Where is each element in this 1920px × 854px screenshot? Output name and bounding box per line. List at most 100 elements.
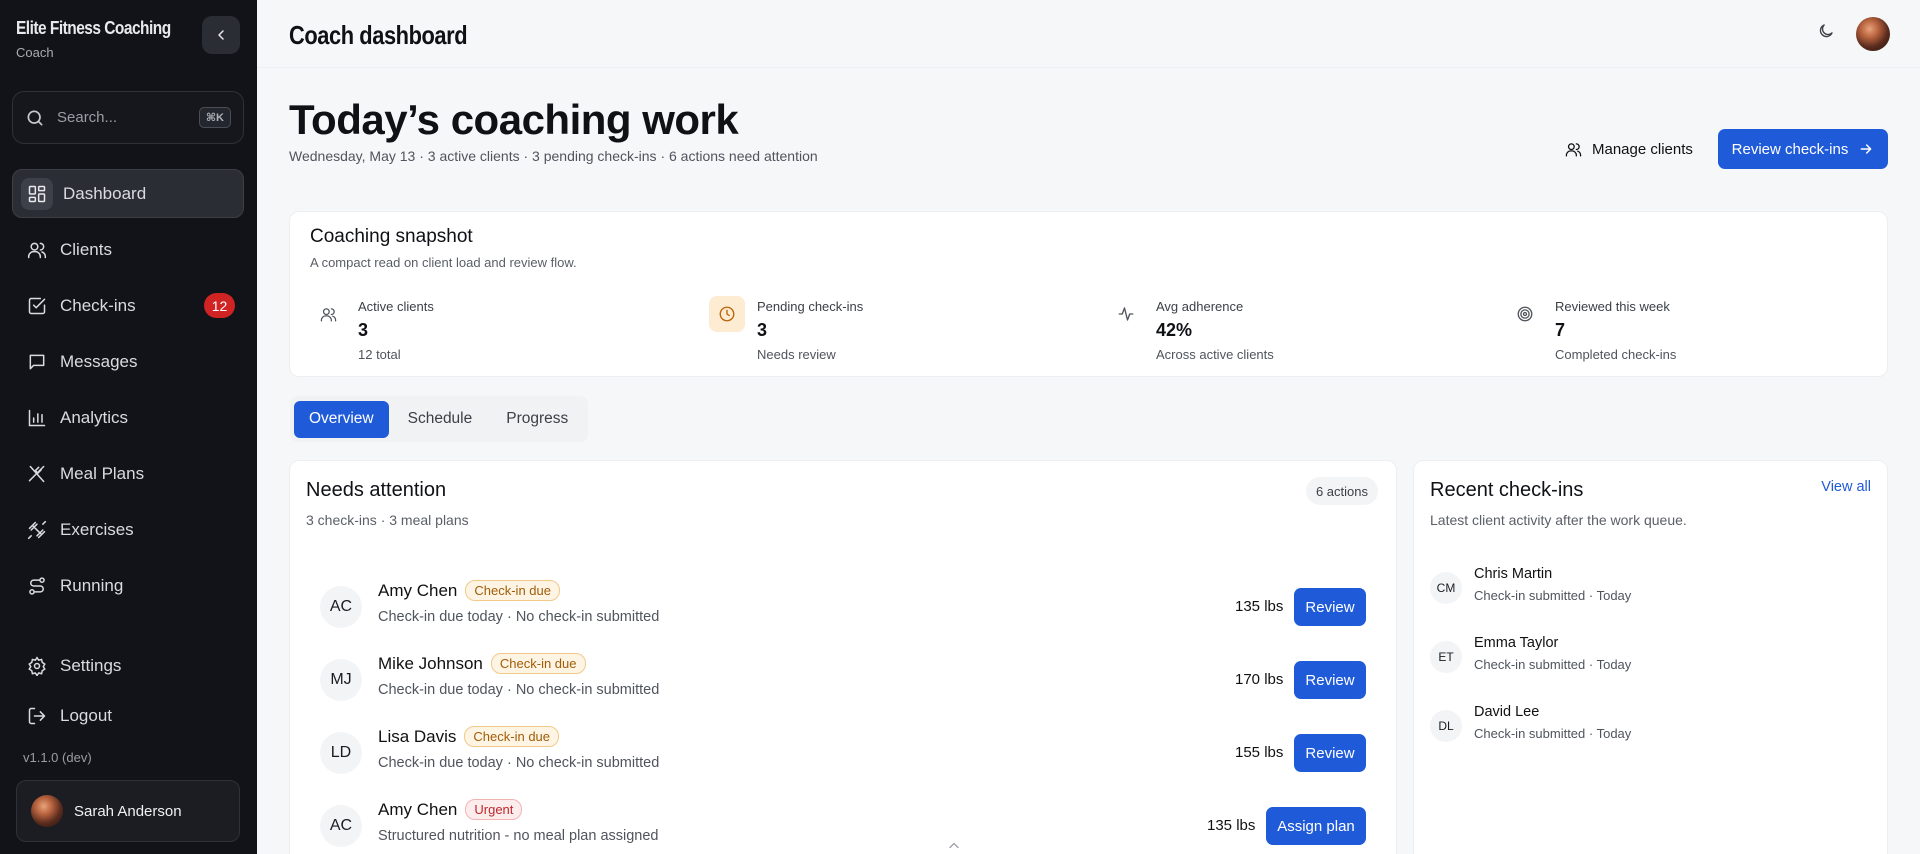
sidebar-item-meal-plans[interactable]: Meal Plans bbox=[12, 449, 244, 498]
collapse-sidebar-button[interactable] bbox=[202, 16, 240, 54]
recent-check-ins-title: Recent check-ins bbox=[1430, 479, 1584, 501]
sidebar-item-label: Exercises bbox=[60, 519, 134, 539]
stat-label: Reviewed this week bbox=[1555, 299, 1670, 314]
snapshot-title: Coaching snapshot bbox=[310, 226, 473, 247]
status-badge: Urgent bbox=[465, 799, 523, 820]
search-shortcut: ⌘K bbox=[198, 107, 231, 128]
hero-title: Today’s coaching work bbox=[289, 96, 739, 143]
user-name: Sarah Anderson bbox=[74, 802, 182, 820]
client-name-line: Amy Chen Urgent bbox=[378, 799, 523, 820]
stat-label: Avg adherence bbox=[1156, 299, 1244, 314]
sidebar-item-label: Meal Plans bbox=[60, 463, 145, 483]
sidebar-item-label: Dashboard bbox=[63, 183, 147, 203]
stat-label: Active clients bbox=[358, 299, 434, 314]
theme-toggle-button[interactable] bbox=[1817, 22, 1835, 40]
brand-name: Elite Fitness Coaching bbox=[16, 18, 171, 38]
assign-plan-button[interactable]: Assign plan bbox=[1266, 807, 1366, 845]
utensils-icon bbox=[26, 463, 48, 485]
list-item[interactable]: ET Emma Taylor Check-in submitted · Toda… bbox=[1430, 635, 1860, 685]
avatar[interactable] bbox=[1856, 17, 1890, 51]
avatar: AC bbox=[320, 805, 362, 847]
needs-attention-card: Needs attention 3 check-ins · 3 meal pla… bbox=[289, 460, 1397, 854]
status-badge: Check-in due bbox=[465, 580, 560, 601]
review-button[interactable]: Review bbox=[1294, 734, 1366, 772]
stat-note: Needs review bbox=[757, 347, 836, 362]
recent-check-ins-card: Recent check-ins Latest client activity … bbox=[1413, 460, 1888, 854]
stat-reviewed-this-week: Reviewed this week 7 Completed check-ins bbox=[1507, 296, 1867, 366]
avatar: DL bbox=[1430, 710, 1462, 742]
chevron-up-icon bbox=[948, 840, 960, 850]
stat-value: 3 bbox=[757, 320, 768, 340]
status-badge: Check-in due bbox=[490, 653, 586, 674]
client-name-line: Lisa Davis Check-in due bbox=[378, 726, 560, 747]
stat-active-clients: Active clients 3 12 total bbox=[310, 296, 670, 366]
users-icon bbox=[310, 296, 346, 332]
gear-icon bbox=[26, 655, 48, 677]
client-name: Amy Chen bbox=[378, 799, 458, 819]
recent-check-ins-subtitle: Latest client activity after the work qu… bbox=[1430, 512, 1687, 528]
client-name: Amy Chen bbox=[378, 580, 458, 600]
sidebar-item-analytics[interactable]: Analytics bbox=[12, 393, 244, 442]
client-name-line: Amy Chen Check-in due bbox=[378, 580, 560, 601]
clock-icon bbox=[709, 296, 745, 332]
arrow-right-icon bbox=[1858, 141, 1874, 157]
stat-note: Completed check-ins bbox=[1555, 347, 1677, 362]
review-button[interactable]: Review bbox=[1294, 588, 1366, 626]
check-in-detail: Check-in submitted · Today bbox=[1474, 726, 1632, 741]
sidebar: Elite Fitness Coaching Coach Search... ⌘… bbox=[0, 0, 257, 854]
client-weight: 170 lbs bbox=[1235, 671, 1284, 688]
manage-clients-button[interactable]: Manage clients bbox=[1555, 130, 1703, 168]
actions-count-badge: 6 actions bbox=[1305, 477, 1378, 505]
sidebar-item-exercises[interactable]: Exercises bbox=[12, 505, 244, 554]
row-detail: Check-in due today · No check-in submitt… bbox=[378, 755, 660, 771]
review-check-ins-button[interactable]: Review check-ins bbox=[1718, 129, 1888, 169]
tab-schedule[interactable]: Schedule bbox=[393, 401, 488, 438]
sidebar-item-check-ins[interactable]: Check-ins 12 bbox=[12, 281, 244, 330]
tab-progress[interactable]: Progress bbox=[491, 401, 583, 438]
review-button[interactable]: Review bbox=[1294, 661, 1366, 699]
view-all-link[interactable]: View all bbox=[1821, 479, 1871, 495]
search-input[interactable]: Search... ⌘K bbox=[12, 91, 244, 144]
sidebar-item-clients[interactable]: Clients bbox=[12, 225, 244, 274]
sidebar-item-label: Messages bbox=[60, 351, 138, 371]
sidebar-item-settings[interactable]: Settings bbox=[12, 641, 244, 690]
sidebar-item-label: Analytics bbox=[60, 407, 129, 427]
review-check-ins-label: Review check-ins bbox=[1731, 140, 1849, 158]
sidebar-item-label: Running bbox=[60, 575, 124, 595]
dashboard-tabs: Overview Schedule Progress bbox=[290, 396, 588, 442]
stat-note: Across active clients bbox=[1156, 347, 1274, 362]
list-item[interactable]: DL David Lee Check-in submitted · Today bbox=[1430, 704, 1860, 754]
page-title: Coach dashboard bbox=[289, 20, 468, 50]
client-weight: 135 lbs bbox=[1207, 817, 1256, 834]
message-icon bbox=[26, 351, 48, 373]
client-weight: 135 lbs bbox=[1235, 598, 1284, 615]
stat-value: 42% bbox=[1156, 320, 1193, 340]
stat-value: 3 bbox=[358, 320, 369, 340]
dumbbell-icon bbox=[26, 519, 48, 541]
search-icon bbox=[25, 108, 45, 128]
needs-attention-title: Needs attention bbox=[306, 479, 447, 501]
client-name: Lisa Davis bbox=[378, 726, 457, 746]
avatar: MJ bbox=[320, 659, 362, 701]
avatar: CM bbox=[1430, 572, 1462, 604]
sidebar-item-messages[interactable]: Messages bbox=[12, 337, 244, 386]
needs-attention-subtitle: 3 check-ins · 3 meal plans bbox=[306, 512, 469, 528]
sidebar-item-dashboard[interactable]: Dashboard bbox=[12, 169, 244, 218]
users-icon bbox=[1565, 141, 1582, 158]
brand-role: Coach bbox=[16, 45, 54, 60]
user-profile-button[interactable]: Sarah Anderson bbox=[16, 780, 240, 842]
scroll-up-button[interactable] bbox=[948, 840, 960, 850]
check-in-detail: Check-in submitted · Today bbox=[1474, 588, 1632, 603]
list-item: MJ Mike Johnson Check-in due Check-in du… bbox=[320, 653, 1370, 713]
chevron-left-icon bbox=[213, 27, 229, 43]
avatar: AC bbox=[320, 586, 362, 628]
sidebar-item-label: Check-ins bbox=[60, 295, 136, 315]
client-name-line: Mike Johnson Check-in due bbox=[378, 653, 586, 674]
tab-overview[interactable]: Overview bbox=[294, 400, 389, 438]
dashboard-icon bbox=[21, 177, 53, 210]
list-item[interactable]: CM Chris Martin Check-in submitted · Tod… bbox=[1430, 566, 1860, 616]
stat-label: Pending check-ins bbox=[757, 299, 864, 314]
sidebar-item-logout[interactable]: Logout bbox=[12, 691, 244, 740]
snapshot-subtitle: A compact read on client load and review… bbox=[310, 255, 577, 270]
sidebar-item-running[interactable]: Running bbox=[12, 561, 244, 610]
